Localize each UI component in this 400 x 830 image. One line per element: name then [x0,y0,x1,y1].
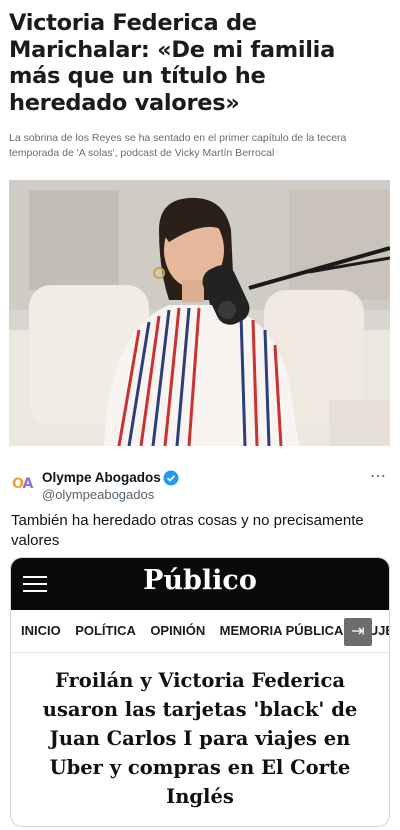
site-nav: INICIO POLÍTICA OPINIÓN MEMORIA PÚBLICA … [11,610,389,653]
nav-item-politica[interactable]: POLÍTICA [75,623,136,638]
article-photo [9,180,390,446]
nav-item-inicio[interactable]: INICIO [21,623,61,638]
post-display-name[interactable]: Olympe Abogados [42,470,161,485]
avatar-letter-o: O [12,476,23,492]
post-header: OA Olympe Abogados @olympeabogados ⋯ [9,466,391,506]
verified-badge-icon [163,470,179,486]
site-masthead[interactable]: Público [11,565,389,596]
nav-item-memoria-publica[interactable]: MEMORIA PÚBLICA [220,623,344,638]
podcast-guest-image [9,180,390,446]
quoted-article-card[interactable]: Público INICIO POLÍTICA OPINIÓN MEMORIA … [10,557,390,827]
avatar[interactable]: OA [12,476,34,492]
post-text: También ha heredado otras cosas y no pre… [11,512,364,549]
nav-scroll-arrow-icon[interactable]: ⇥ [344,618,372,646]
avatar-letter-a: A [22,476,34,492]
card-article-title[interactable]: Froilán y Victoria Federica usaron las t… [29,666,371,811]
more-options-icon[interactable]: ⋯ [370,466,387,486]
site-header: Público [11,558,389,610]
article-subtitle: La sobrina de los Reyes se ha sentado en… [9,132,347,159]
article-headline: Victoria Federica de Marichalar: «De mi … [9,10,335,116]
nav-item-opinion[interactable]: OPINIÓN [150,623,205,638]
post-handle[interactable]: @olympeabogados [42,487,154,502]
